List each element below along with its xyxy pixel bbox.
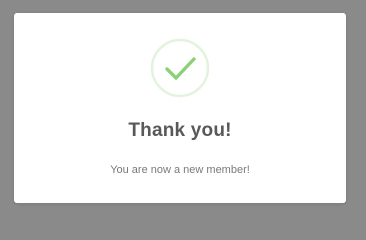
dialog-title: Thank you! <box>128 120 232 141</box>
dialog-message: You are now a new member! <box>110 164 250 176</box>
success-dialog: Thank you! You are now a new member! <box>14 13 346 203</box>
success-checkmark-icon <box>150 38 210 98</box>
